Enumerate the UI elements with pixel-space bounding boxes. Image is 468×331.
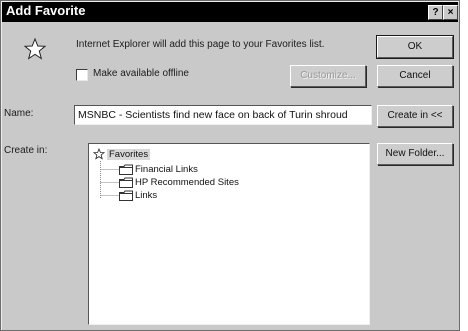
folder-icon xyxy=(119,177,133,188)
tree-item-label: HP Recommended Sites xyxy=(135,177,239,188)
offline-checkbox[interactable] xyxy=(76,69,88,81)
ok-button[interactable]: OK xyxy=(376,35,454,59)
add-favorite-dialog: Add Favorite ? × Internet Explorer will … xyxy=(0,0,460,331)
info-text: Internet Explorer will add this page to … xyxy=(76,39,325,50)
tree-item-links[interactable]: Links xyxy=(119,189,157,202)
close-button[interactable]: × xyxy=(443,5,458,20)
folder-tree[interactable]: Favorites Financial Links HP Recommended… xyxy=(88,143,370,325)
folder-icon xyxy=(119,164,133,175)
new-folder-button[interactable]: New Folder... xyxy=(377,143,453,165)
favorites-star-icon xyxy=(93,148,105,161)
cancel-button[interactable]: Cancel xyxy=(377,65,453,87)
tree-item-label: Financial Links xyxy=(135,164,198,175)
create-in-button[interactable]: Create in << xyxy=(377,105,453,127)
help-button[interactable]: ? xyxy=(428,5,443,20)
create-in-label: Create in: xyxy=(4,145,48,156)
title-bar[interactable]: Add Favorite ? × xyxy=(2,2,458,22)
tree-root-favorites[interactable]: Favorites xyxy=(93,148,151,162)
customize-button[interactable]: Customize... xyxy=(290,65,366,87)
tree-item-hp-recommended-sites[interactable]: HP Recommended Sites xyxy=(119,176,239,189)
tree-root-label: Favorites xyxy=(107,149,151,160)
name-field[interactable]: MSNBC - Scientists find new face on back… xyxy=(74,105,372,125)
name-label: Name: xyxy=(4,108,34,119)
folder-icon xyxy=(119,190,133,201)
tree-item-financial-links[interactable]: Financial Links xyxy=(119,163,198,176)
dialog-title: Add Favorite xyxy=(6,3,86,18)
star-icon xyxy=(23,37,47,60)
offline-label: Make available offline xyxy=(93,68,189,79)
tree-item-label: Links xyxy=(135,190,158,201)
